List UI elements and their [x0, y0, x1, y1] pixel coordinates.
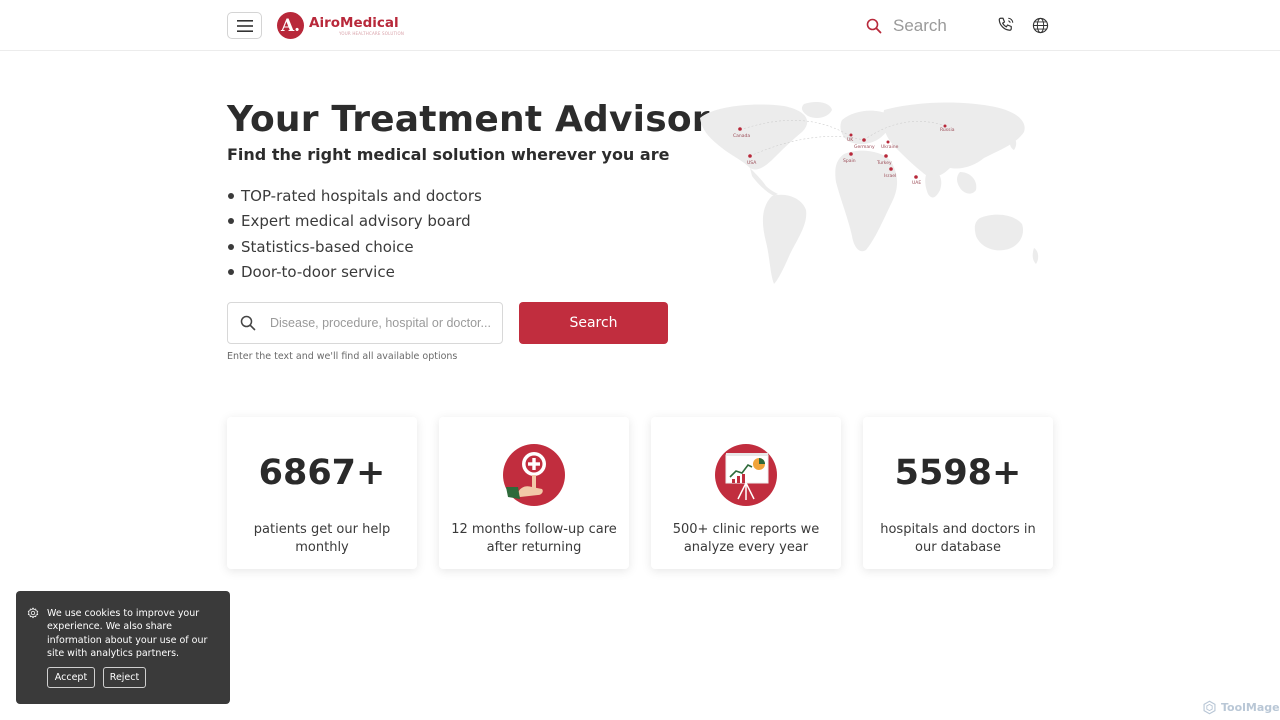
feature-item: Door-to-door service — [227, 262, 482, 287]
watermark-logo-icon — [1203, 700, 1216, 714]
feature-item: TOP-rated hospitals and doctors — [227, 186, 482, 211]
stat-description: 12 months follow-up care after returning — [451, 522, 617, 555]
hamburger-icon — [236, 19, 253, 32]
feature-item: Statistics-based choice — [227, 237, 482, 262]
accept-cookies-button[interactable]: Accept — [47, 667, 95, 688]
map-label: Turkey — [876, 160, 892, 166]
stat-card-reports: 500+ clinic reports we analyze every yea… — [651, 417, 841, 569]
gear-icon — [27, 607, 39, 619]
search-hint: Enter the text and we'll find all availa… — [227, 351, 458, 362]
treatment-search-field[interactable] — [227, 302, 503, 344]
chart-board-icon — [715, 444, 777, 506]
search-button[interactable]: Search — [519, 302, 668, 344]
map-label: Germany — [854, 144, 875, 150]
top-navbar: A. AiroMedical YOUR HEALTHCARE SOLUTION … — [0, 0, 1280, 51]
header-search-label: Search — [893, 15, 947, 35]
stat-description: patients get our help monthly — [253, 522, 391, 555]
stat-card-patients: 6867+ patients get our help monthly — [227, 417, 417, 569]
map-label: Canada — [733, 133, 750, 139]
map-label: UK — [847, 137, 854, 143]
header-search-button[interactable]: Search — [866, 12, 976, 39]
map-label: Ukraine — [881, 144, 899, 150]
watermark: ToolMage — [1202, 699, 1280, 715]
reject-cookies-button[interactable]: Reject — [103, 667, 146, 688]
phone-icon — [998, 17, 1014, 31]
feature-list: TOP-rated hospitals and doctors Expert m… — [227, 186, 482, 287]
watermark-text: ToolMage — [1221, 700, 1280, 714]
search-icon — [866, 18, 882, 33]
logo-mark: A. — [277, 12, 304, 39]
brand-logo[interactable]: A. AiroMedical YOUR HEALTHCARE SOLUTION — [277, 12, 404, 39]
magnifier-plus-icon — [503, 444, 565, 506]
map-label: Israel — [884, 173, 896, 179]
brand-tagline: YOUR HEALTHCARE SOLUTION — [339, 30, 405, 36]
map-label: Russia — [940, 127, 955, 133]
page-title: Your Treatment Advisor — [227, 99, 710, 140]
treatment-search-input[interactable] — [270, 316, 500, 330]
hamburger-menu-button[interactable] — [227, 12, 262, 39]
stat-description: 500+ clinic reports we analyze every yea… — [672, 522, 820, 555]
stat-card-hospitals: 5598+ hospitals and doctors in our datab… — [863, 417, 1053, 569]
feature-item: Expert medical advisory board — [227, 211, 482, 236]
cookie-message: We use cookies to improve your experienc… — [47, 608, 208, 659]
phone-button[interactable] — [995, 14, 1017, 36]
stat-value: 5598+ — [894, 453, 1022, 493]
map-label: USA — [747, 160, 757, 166]
world-map-illustration: Germany Ukraine Spain Turkey Israel Russ… — [700, 102, 1039, 284]
brand-name: AiroMedical — [309, 14, 399, 31]
page-subtitle: Find the right medical solution wherever… — [227, 145, 670, 164]
stat-description: hospitals and doctors in our database — [880, 522, 1036, 555]
language-button[interactable] — [1029, 14, 1051, 36]
map-label: UAE — [912, 180, 921, 186]
globe-icon — [1032, 17, 1048, 33]
stat-value: 6867+ — [258, 453, 386, 493]
search-icon — [240, 315, 256, 331]
stat-card-follow-up: 12 months follow-up care after returning — [439, 417, 629, 569]
map-label: Spain — [843, 158, 856, 164]
